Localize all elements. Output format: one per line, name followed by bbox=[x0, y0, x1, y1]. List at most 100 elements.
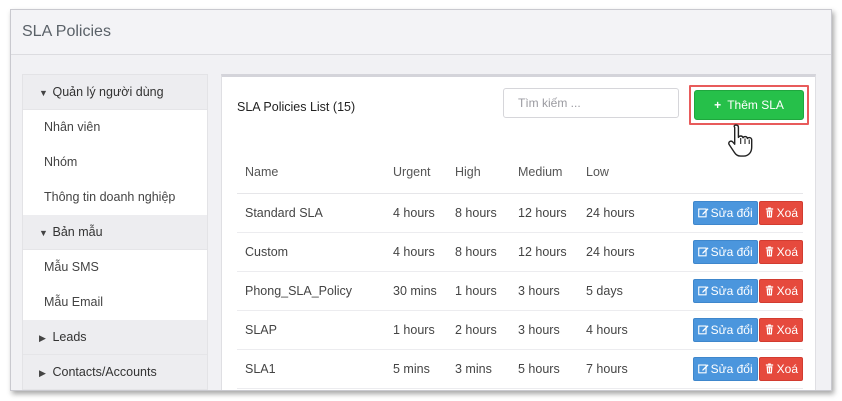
delete-button[interactable]: Xoá bbox=[758, 201, 803, 225]
search-input[interactable] bbox=[503, 88, 679, 118]
cell-high: 8 hours bbox=[447, 232, 510, 272]
trash-icon bbox=[765, 246, 773, 257]
delete-button[interactable]: Xoá bbox=[758, 318, 803, 342]
edit-button[interactable]: Sửa đổi bbox=[692, 201, 758, 225]
cell-urgent: 30 mins bbox=[385, 271, 447, 311]
delete-button[interactable]: Xoá bbox=[758, 357, 803, 381]
sidebar-group-contacts-accounts[interactable]: ▶ Contacts/Accounts bbox=[23, 355, 207, 390]
caret-right-icon: ▶ bbox=[39, 333, 46, 343]
cell-low: 7 hours bbox=[578, 349, 646, 389]
cell-urgent: 5 mins bbox=[385, 349, 447, 389]
table-row: SLA1 5 mins 3 mins 5 hours 7 hours Sửa đổi Xoá bbox=[237, 349, 803, 389]
sidebar-item-sms-templates[interactable]: Mẫu SMS bbox=[23, 250, 207, 285]
add-sla-button[interactable]: + Thêm SLA bbox=[694, 90, 804, 120]
table-row: Phong_SLA_Policy 30 mins 1 hours 3 hours 5 d… bbox=[237, 271, 803, 311]
sidebar-item-employees[interactable]: Nhân viên bbox=[23, 110, 207, 145]
sla-policies-table: Name Urgent High Medium Low Standard SLA… bbox=[237, 151, 803, 389]
cell-low: 24 hours bbox=[578, 193, 646, 233]
policy-name-link[interactable]: Phong_SLA_Policy bbox=[237, 271, 385, 311]
table-row: Custom 4 hours 8 hours 12 hours 24 hours Sửa … bbox=[237, 232, 803, 272]
sidebar-group-label: Leads bbox=[52, 330, 87, 344]
policy-name-link[interactable]: Standard SLA bbox=[237, 193, 385, 233]
delete-label: Xoá bbox=[776, 206, 798, 220]
cell-high: 2 hours bbox=[447, 310, 510, 350]
edit-button[interactable]: Sửa đổi bbox=[692, 240, 758, 264]
edit-button[interactable]: Sửa đổi bbox=[692, 318, 758, 342]
page-title: SLA Policies bbox=[11, 10, 831, 55]
cell-urgent: 4 hours bbox=[385, 193, 447, 233]
delete-label: Xoá bbox=[776, 323, 798, 337]
cell-medium: 5 hours bbox=[510, 349, 578, 389]
cell-high: 1 hours bbox=[447, 271, 510, 311]
policy-name-link[interactable]: SLAP bbox=[237, 310, 385, 350]
caret-down-icon: ▼ bbox=[39, 228, 48, 238]
delete-label: Xoá bbox=[776, 284, 798, 298]
sidebar-item-email-templates[interactable]: Mẫu Email bbox=[23, 285, 207, 320]
add-button-highlight: + Thêm SLA bbox=[689, 85, 809, 125]
cell-high: 8 hours bbox=[447, 193, 510, 233]
cell-high: 3 mins bbox=[447, 349, 510, 389]
row-actions: Sửa đổi Xoá bbox=[646, 271, 803, 311]
trash-icon bbox=[765, 363, 773, 374]
edit-icon bbox=[697, 208, 709, 218]
edit-button[interactable]: Sửa đổi bbox=[692, 279, 758, 303]
delete-label: Xoá bbox=[776, 245, 798, 259]
edit-icon bbox=[697, 286, 709, 296]
caret-down-icon: ▼ bbox=[39, 88, 48, 98]
sla-policies-panel: SLA Policies List (15) + Thêm SLA Name U… bbox=[221, 74, 816, 390]
sidebar-group-label: Quản lý người dùng bbox=[52, 85, 164, 99]
policy-name-link[interactable]: SLA1 bbox=[237, 349, 385, 389]
plus-icon: + bbox=[714, 98, 722, 112]
cell-medium: 12 hours bbox=[510, 232, 578, 272]
caret-right-icon: ▶ bbox=[39, 368, 46, 378]
edit-label: Sửa đổi bbox=[710, 323, 753, 337]
cell-low: 5 days bbox=[578, 271, 646, 311]
sidebar-group-label: Contacts/Accounts bbox=[52, 365, 157, 379]
row-actions: Sửa đổi Xoá bbox=[646, 193, 803, 233]
cell-low: 4 hours bbox=[578, 310, 646, 350]
column-header-medium[interactable]: Medium bbox=[510, 151, 578, 194]
delete-button[interactable]: Xoá bbox=[758, 240, 803, 264]
column-header-high[interactable]: High bbox=[447, 151, 510, 194]
sidebar: ▼ Quản lý người dùng Nhân viên Nhóm Thôn… bbox=[22, 74, 208, 390]
row-actions: Sửa đổi Xoá bbox=[646, 310, 803, 350]
edit-icon bbox=[697, 364, 709, 374]
table-row: SLAP 1 hours 2 hours 3 hours 4 hours Sửa đổi X… bbox=[237, 310, 803, 350]
column-header-name[interactable]: Name bbox=[237, 151, 385, 194]
column-header-low[interactable]: Low bbox=[578, 151, 646, 194]
edit-icon bbox=[697, 247, 709, 257]
cell-urgent: 1 hours bbox=[385, 310, 447, 350]
sidebar-item-business-info[interactable]: Thông tin doanh nghiệp bbox=[23, 180, 207, 215]
sidebar-group-user-management[interactable]: ▼ Quản lý người dùng bbox=[23, 75, 207, 110]
column-header-actions bbox=[646, 151, 803, 194]
sidebar-item-groups[interactable]: Nhóm bbox=[23, 145, 207, 180]
delete-label: Xoá bbox=[776, 362, 798, 376]
row-actions: Sửa đổi Xoá bbox=[646, 349, 803, 389]
sidebar-group-label: Bản mẫu bbox=[52, 225, 103, 239]
panel-title: SLA Policies List (15) bbox=[237, 100, 355, 114]
sla-policies-window: SLA Policies ▼ Quản lý người dùng Nhân v… bbox=[10, 9, 832, 391]
row-actions: Sửa đổi Xoá bbox=[646, 232, 803, 272]
edit-button[interactable]: Sửa đổi bbox=[692, 357, 758, 381]
cell-low: 24 hours bbox=[578, 232, 646, 272]
cell-medium: 3 hours bbox=[510, 310, 578, 350]
table-header-row: Name Urgent High Medium Low bbox=[237, 151, 803, 194]
panel-title-text: SLA Policies List bbox=[237, 100, 330, 114]
trash-icon bbox=[765, 324, 773, 335]
edit-label: Sửa đổi bbox=[710, 284, 753, 298]
edit-label: Sửa đổi bbox=[710, 362, 753, 376]
sidebar-group-templates[interactable]: ▼ Bản mẫu bbox=[23, 215, 207, 250]
sidebar-group-leads[interactable]: ▶ Leads bbox=[23, 320, 207, 355]
edit-label: Sửa đổi bbox=[710, 245, 753, 259]
edit-label: Sửa đổi bbox=[710, 206, 753, 220]
policy-name-link[interactable]: Custom bbox=[237, 232, 385, 272]
cell-urgent: 4 hours bbox=[385, 232, 447, 272]
delete-button[interactable]: Xoá bbox=[758, 279, 803, 303]
trash-icon bbox=[765, 285, 773, 296]
cell-medium: 3 hours bbox=[510, 271, 578, 311]
column-header-urgent[interactable]: Urgent bbox=[385, 151, 447, 194]
edit-icon bbox=[697, 325, 709, 335]
trash-icon bbox=[765, 207, 773, 218]
cell-medium: 12 hours bbox=[510, 193, 578, 233]
table-row: Standard SLA 4 hours 8 hours 12 hours 24 hou… bbox=[237, 193, 803, 233]
